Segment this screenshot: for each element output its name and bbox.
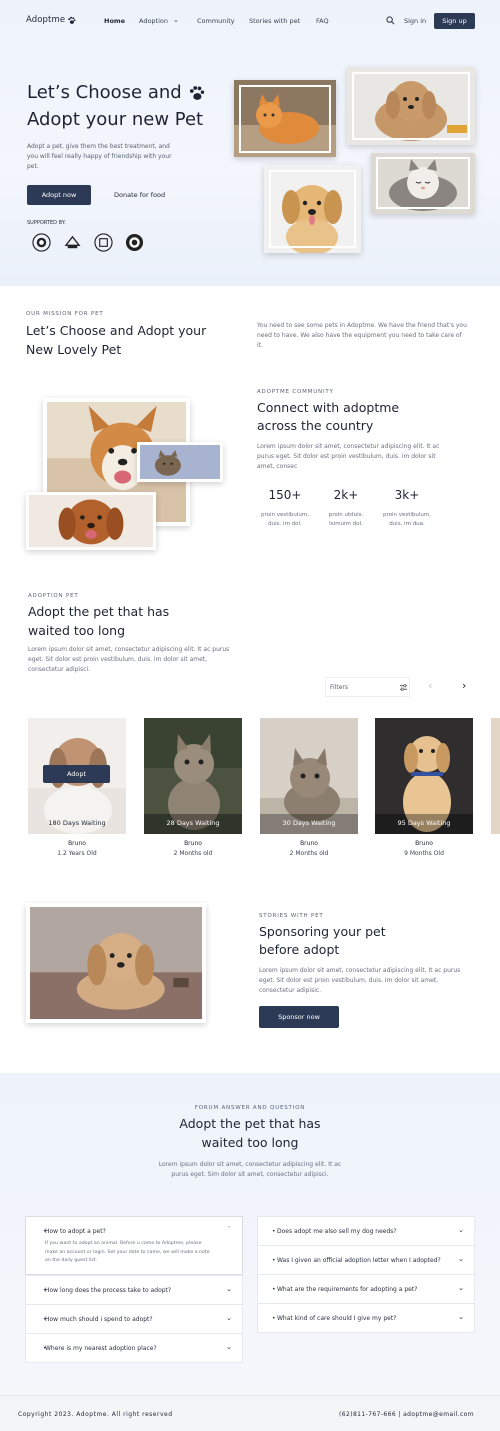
pet-card[interactable]: 95 Days Waiting Bruno 9 Months Old [375,718,473,864]
chevron-up-icon[interactable]: ⌃ [226,1225,232,1233]
community-title-line1: Connect with adoptme [257,400,400,415]
chevron-down-icon[interactable]: ⌄ [226,1314,232,1322]
sliders-icon [400,684,407,691]
kitten-small-photo [137,442,223,482]
hero-frames-decoration [239,72,470,248]
filters-dropdown[interactable]: Filters [325,677,410,697]
adoption-title-line2: waited too long [28,623,126,638]
pet-card[interactable]: 28 Days Waiting Bruno 2 Months old [144,718,242,864]
stories-dog-photo [26,903,206,1023]
stories-label: STORIES WITH PET [259,913,324,919]
footer: Copyright 2023. Adoptme. All right reser… [0,1395,500,1431]
chevron-down-icon[interactable]: ⌄ [458,1255,464,1263]
chevron-down-icon[interactable]: ⌄ [458,1313,464,1321]
copyright-text: Copyright 2023. Adoptme. All right reser… [18,1411,173,1418]
faq-item[interactable]: • What are the requirements for adopting… [257,1274,475,1304]
pet-photo [144,718,242,834]
stat-3: 3k+ proin vestibulum, duis. im dua. [382,488,432,527]
forum-text: Lorem ipsum dolor sit amet, consectetur … [158,1161,342,1178]
faq-item-expanded[interactable]: • How to adopt a pet? ⌃ If you want to a… [25,1216,243,1275]
adoption-label: ADOPTION PET [28,593,79,599]
stat-2: 2k+ proin utduis. Isimuim dol. [328,488,364,527]
pet-card-peek [491,718,500,834]
adoption-text: Lorem ipsum dolor sit amet, consectetur … [28,646,230,673]
stories-title-line1: Sponsoring your pet [259,924,386,939]
pet-card[interactable]: Adopt 180 Days Waiting Bruno 1.2 Years O… [28,718,126,864]
pet-card[interactable]: 30 Days Waiting Bruno 2 Months old [260,718,358,864]
stories-title-line2: before adopt [259,942,340,957]
faq-item[interactable]: • What kind of care should I give my pet… [257,1303,475,1333]
next-arrow-icon[interactable]: › [462,679,466,692]
sponsor-now-button[interactable]: Sponsor now [259,1006,339,1028]
chevron-down-icon[interactable]: ⌄ [226,1285,232,1293]
retriever-photo [26,492,156,550]
forum-title-line2: waited too long [201,1135,299,1150]
faq-item[interactable]: • How much should i spend to adopt? ⌄ [25,1304,243,1334]
mission-title-line1: Let’s Choose and Adopt your [26,323,207,338]
mission-text: You need to see some pets in Adoptme. We… [257,322,467,349]
faq-item[interactable]: • Does adopt me also sell my dog needs? … [257,1216,475,1246]
pet-photo [375,718,473,834]
stories-text: Lorem ipsum dolor sit amet, consectetur … [259,967,461,994]
prev-arrow-icon[interactable]: ‹ [428,679,432,692]
forum-title-line1: Adopt the pet that has [179,1116,321,1131]
adoption-title-line1: Adopt the pet that has [28,604,170,619]
chevron-down-icon[interactable]: ⌄ [226,1343,232,1351]
mission-label: OUR MISSION FOR PET [26,311,104,317]
faq-item[interactable]: • How long does the process take to adop… [25,1275,243,1305]
contact-info: (62)811-767-666 | adoptme@email.com [339,1411,474,1418]
chevron-down-icon[interactable]: ⌄ [458,1226,464,1234]
forum-label: FORUM ANSWER AND QUESTION [194,1105,306,1111]
faq-item[interactable]: • Where is my nearest adoption place? ⌄ [25,1333,243,1363]
pet-photo [260,718,358,834]
stat-1: 150+ proin vestibulum, duis. im dol. [260,488,310,527]
community-title-line2: across the country [257,418,374,433]
community-label: ADOPTME COMMUNITY [257,389,334,395]
faq-item[interactable]: • Was I given an official adoption lette… [257,1245,475,1275]
community-text: Lorem ipsum dolor sit amet, consectetur … [257,443,440,470]
adopt-button[interactable]: Adopt [43,765,110,783]
mission-title-line2: New Lovely Pet [26,342,122,357]
chevron-down-icon[interactable]: ⌄ [458,1284,464,1292]
